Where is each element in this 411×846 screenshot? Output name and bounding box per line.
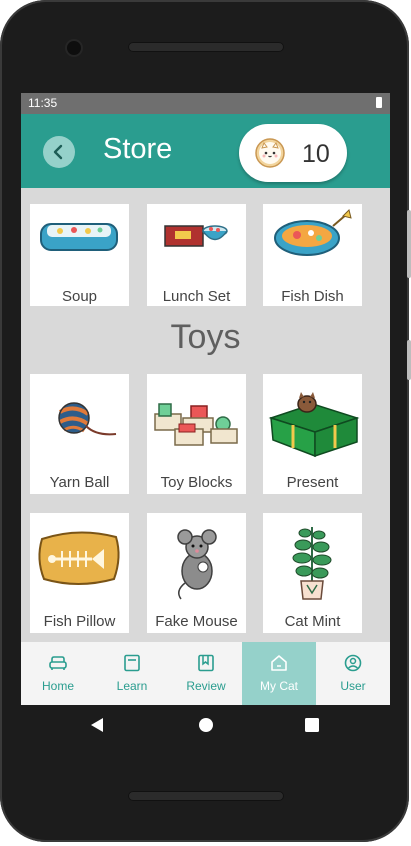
earpiece-speaker bbox=[128, 42, 284, 52]
lunch-set-icon bbox=[164, 225, 228, 247]
system-back-icon[interactable] bbox=[90, 717, 104, 733]
status-time: 11:35 bbox=[28, 96, 58, 110]
bottom-navigation: Home Learn Review My Cat User bbox=[21, 642, 390, 705]
front-camera bbox=[67, 41, 81, 55]
item-label: Present bbox=[286, 474, 339, 491]
fish-dish-icon bbox=[274, 209, 352, 256]
nav-home[interactable]: Home bbox=[21, 642, 95, 705]
store-item-yarn-ball[interactable]: Yarn Ball bbox=[30, 374, 129, 494]
store-item-fish-dish[interactable]: Fish Dish bbox=[263, 204, 362, 306]
nav-label: Home bbox=[41, 679, 74, 693]
store-item-fake-mouse[interactable]: Fake Mouse bbox=[147, 513, 246, 633]
nav-label: Learn bbox=[116, 679, 148, 693]
fake-mouse-icon bbox=[177, 529, 217, 600]
store-item-soup[interactable]: Soup bbox=[30, 204, 129, 306]
system-home-icon[interactable] bbox=[198, 717, 214, 733]
coin-balance: 10 bbox=[239, 124, 347, 182]
house-icon bbox=[271, 655, 287, 671]
item-label: Lunch Set bbox=[162, 288, 231, 305]
cat-face-coin-icon bbox=[255, 138, 285, 168]
volume-button bbox=[407, 210, 411, 278]
fish-pillow-icon bbox=[38, 531, 120, 585]
battery-icon bbox=[376, 97, 382, 108]
yarn-ball-icon bbox=[58, 402, 117, 436]
status-bar: 11:35 bbox=[21, 93, 390, 114]
store-item-fish-pillow[interactable]: Fish Pillow bbox=[30, 513, 129, 633]
store-item-lunch-set[interactable]: Lunch Set bbox=[147, 204, 246, 306]
toy-blocks-icon bbox=[154, 403, 238, 446]
item-label: Cat Mint bbox=[284, 613, 341, 630]
store-item-toy-blocks[interactable]: Toy Blocks bbox=[147, 374, 246, 494]
item-label: Fake Mouse bbox=[155, 613, 238, 630]
nav-label: Review bbox=[186, 679, 226, 693]
nav-label: User bbox=[340, 679, 366, 693]
system-recents-icon[interactable] bbox=[305, 718, 319, 732]
power-button bbox=[407, 340, 411, 380]
item-label: Fish Pillow bbox=[43, 613, 116, 630]
book-icon bbox=[124, 654, 140, 672]
nav-review[interactable]: Review bbox=[169, 642, 243, 705]
sofa-icon bbox=[49, 656, 67, 670]
bottom-speaker bbox=[128, 791, 284, 801]
user-icon bbox=[344, 654, 362, 672]
back-button[interactable] bbox=[43, 136, 75, 168]
nav-user[interactable]: User bbox=[316, 642, 390, 705]
notebook-icon bbox=[198, 654, 214, 672]
app-bar: Store 10 bbox=[21, 114, 390, 188]
item-label: Fish Dish bbox=[281, 288, 344, 305]
store-item-cat-mint[interactable]: Cat Mint bbox=[263, 513, 362, 633]
nav-my-cat[interactable]: My Cat bbox=[242, 642, 316, 705]
item-label: Soup bbox=[61, 288, 98, 305]
item-label: Yarn Ball bbox=[49, 474, 110, 491]
item-label: Toy Blocks bbox=[160, 474, 233, 491]
store-content: Soup Lunch Set Fish Dish Toys Yarn Ball … bbox=[21, 188, 390, 642]
app-screen: 11:35 Store 10 Soup Lunch Set Fish Dish … bbox=[21, 93, 390, 705]
store-item-present[interactable]: Present bbox=[263, 374, 362, 494]
nav-label: My Cat bbox=[259, 679, 298, 693]
nav-learn[interactable]: Learn bbox=[95, 642, 169, 705]
page-title: Store bbox=[103, 133, 173, 165]
section-title-toys: Toys bbox=[170, 318, 241, 356]
phone-frame: 11:35 Store 10 Soup Lunch Set Fish Dish … bbox=[0, 0, 411, 842]
cat-mint-icon bbox=[292, 527, 332, 600]
present-icon bbox=[268, 392, 360, 458]
chevron-left-icon bbox=[53, 144, 63, 160]
system-navigation-bar bbox=[0, 705, 409, 745]
coin-count: 10 bbox=[302, 140, 330, 168]
soup-icon bbox=[40, 223, 118, 251]
